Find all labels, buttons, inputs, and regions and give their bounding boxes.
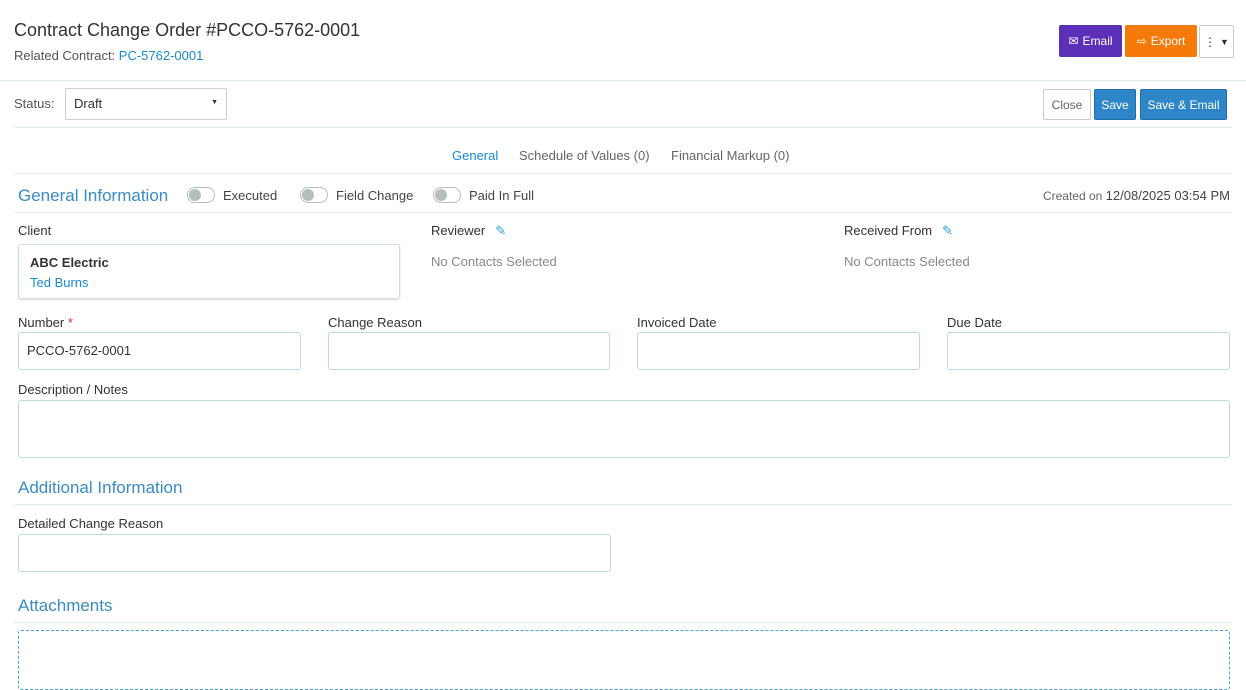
pencil-icon[interactable]: ✎ (495, 223, 506, 238)
due-date-input[interactable] (947, 332, 1230, 370)
detailed-change-reason-input[interactable] (18, 534, 611, 572)
required-marker: * (67, 315, 73, 330)
export-icon: ⇨ (1136, 34, 1147, 48)
attachments-heading: Attachments (18, 596, 113, 615)
kebab-icon: ⋮ (1204, 34, 1217, 49)
invoiced-date-input[interactable] (637, 332, 920, 370)
detailed-change-reason-label: Detailed Change Reason (18, 516, 164, 531)
save-button[interactable]: Save (1094, 89, 1136, 120)
export-label: Export (1150, 34, 1186, 48)
toggle-label: Executed (223, 187, 278, 203)
tab-financial-markup[interactable]: Financial Markup (0) (671, 148, 790, 163)
created-label: Created on (1042, 189, 1103, 203)
toggle-label: Field Change (336, 187, 414, 203)
attachments-dropzone[interactable] (18, 630, 1230, 690)
close-button[interactable]: Close (1043, 89, 1091, 120)
reviewer-value: No Contacts Selected (431, 254, 557, 269)
created-on: Created on 12/08/2025 03:54 PM (1043, 188, 1230, 203)
related-label: Related Contract: (14, 48, 116, 63)
caret-down-icon: ▼ (211, 99, 218, 106)
due-date-label: Due Date (947, 315, 1002, 330)
client-name: ABC Electric (30, 255, 109, 270)
number-label: Number * (18, 315, 73, 330)
status-label: Status: (14, 96, 55, 111)
number-label-text: Number (18, 315, 65, 330)
general-information-heading: General Information (18, 186, 169, 205)
toggle-switch[interactable] (433, 187, 461, 203)
change-reason-label: Change Reason (328, 315, 422, 330)
number-input[interactable]: PCCO-5762-0001 (18, 332, 301, 370)
additional-information-heading: Additional Information (18, 478, 183, 497)
client-contact[interactable]: Ted Burns (30, 275, 388, 290)
field-change-toggle[interactable]: Field Change (300, 187, 413, 203)
toggle-switch[interactable] (187, 187, 215, 203)
client-card[interactable]: ABC Electric Ted Burns (18, 244, 400, 299)
created-value: 12/08/2025 03:54 PM (1105, 188, 1230, 203)
tab-schedule-of-values[interactable]: Schedule of Values (0) (519, 148, 650, 163)
page-title: Contract Change Order #PCCO-5762-0001 (14, 20, 361, 40)
toggle-switch[interactable] (300, 187, 328, 203)
tab-general[interactable]: General (452, 148, 498, 163)
executed-toggle[interactable]: Executed (187, 187, 277, 203)
description-label: Description / Notes (18, 382, 128, 397)
change-reason-input[interactable] (328, 332, 610, 370)
received-from-label: Received From ✎ (844, 223, 953, 239)
description-textarea[interactable] (18, 400, 1230, 458)
reviewer-label: Reviewer ✎ (431, 223, 506, 239)
status-value: Draft (74, 96, 103, 111)
received-label-text: Received From (844, 223, 933, 238)
email-button[interactable]: ✉ Email (1059, 25, 1122, 57)
caret-down-icon: ▼ (1220, 36, 1229, 47)
reviewer-label-text: Reviewer (431, 223, 486, 238)
toggle-label: Paid In Full (469, 187, 535, 203)
received-from-value: No Contacts Selected (844, 254, 970, 269)
paid-in-full-toggle[interactable]: Paid In Full (433, 187, 534, 203)
export-button[interactable]: ⇨ Export (1125, 25, 1197, 57)
save-email-button[interactable]: Save & Email (1140, 89, 1227, 120)
more-options-button[interactable]: ⋮ ▼ (1199, 25, 1234, 58)
invoiced-date-label: Invoiced Date (637, 315, 717, 330)
related-contract-link[interactable]: PC-5762-0001 (119, 48, 204, 63)
envelope-icon: ✉ (1068, 34, 1079, 48)
email-label: Email (1082, 34, 1113, 48)
related-contract: Related Contract: PC-5762-0001 (14, 48, 203, 63)
pencil-icon[interactable]: ✎ (942, 223, 953, 238)
client-label: Client (18, 223, 52, 238)
status-select[interactable]: Draft ▼ (65, 88, 227, 120)
